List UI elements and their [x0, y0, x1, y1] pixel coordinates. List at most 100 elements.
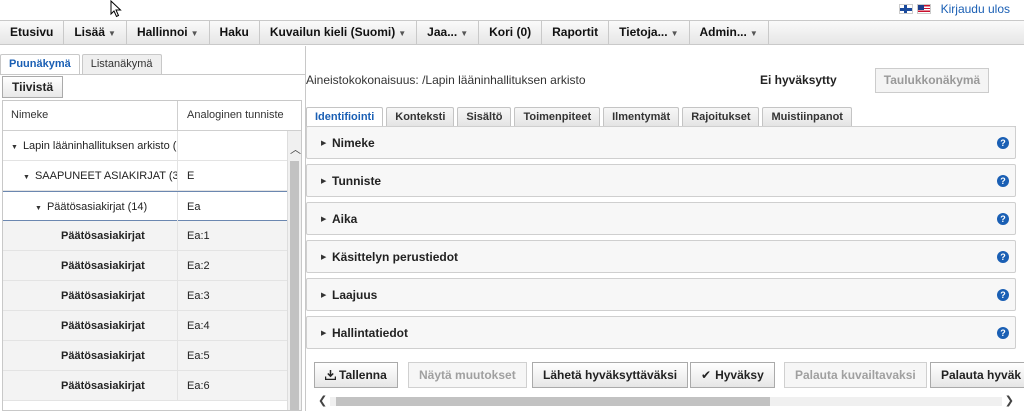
tab-muistiinpanot[interactable]: Muistiinpanot	[762, 107, 852, 126]
menu-item-kuvailun-kieli[interactable]: Kuvailun kieli (Suomi) ▼	[260, 21, 418, 44]
chevron-up-icon[interactable]: ︿	[290, 141, 301, 157]
tree-vertical-scrollbar[interactable]: ︿	[287, 131, 301, 410]
tree-row-title: Lapin lääninhallituksen arkisto (1)	[22, 140, 178, 152]
column-header-analog-id[interactable]: Analoginen tunniste	[178, 101, 288, 131]
save-button[interactable]: Tallenna	[314, 362, 398, 388]
column-header-title[interactable]: Nimeke	[3, 101, 178, 131]
send-for-approval-button[interactable]: Lähetä hyväksyttäväksi	[532, 362, 689, 388]
section-laajuus[interactable]: ▶ Laajuus ?	[306, 278, 1016, 311]
table-view-button[interactable]: Taulukkonäkymä	[875, 68, 989, 93]
help-icon[interactable]: ?	[997, 289, 1009, 301]
chevron-down-icon: ▼	[460, 29, 469, 38]
tree-row-id: Ea:5	[187, 350, 210, 362]
scrollbar-thumb[interactable]	[336, 397, 770, 406]
tree-row[interactable]: Päätösasiakirjat Ea:6	[3, 371, 301, 401]
show-changes-button[interactable]: Näytä muutokset	[408, 362, 527, 388]
menu-item-haku[interactable]: Haku	[210, 21, 260, 44]
approve-button[interactable]: ✔ Hyväksy	[690, 362, 775, 388]
expanded-triangle-icon[interactable]: ▼	[23, 163, 30, 191]
section-aika[interactable]: ▶ Aika ?	[306, 202, 1016, 235]
section-title: Nimeke	[332, 136, 375, 150]
tree-row[interactable]: Päätösasiakirjat Ea:5	[3, 341, 301, 371]
chevron-left-icon[interactable]: ❮	[318, 394, 327, 407]
help-icon[interactable]: ?	[997, 175, 1009, 187]
tree-row[interactable]: ▼ Päätösasiakirjat (14) Ea	[3, 191, 301, 222]
record-path: Aineistokokonaisuus: /Lapin lääninhallit…	[306, 73, 586, 87]
checkmark-icon: ✔	[701, 368, 712, 382]
horizontal-scrollbar[interactable]: ❮ ❯	[316, 394, 1016, 408]
finnish-flag-icon[interactable]	[898, 4, 913, 14]
menu-item-kori[interactable]: Kori (0)	[479, 21, 543, 44]
tab-sisalto[interactable]: Sisältö	[457, 107, 512, 126]
view-tabs: Puunäkymä Listanäkymä	[0, 54, 162, 75]
tree-row-title: Päätösasiakirjat (14)	[46, 201, 148, 213]
collapse-button[interactable]: Tiivistä	[2, 76, 64, 98]
collapsed-triangle-icon: ▶	[321, 216, 327, 223]
tab-tree-view[interactable]: Puunäkymä	[0, 54, 80, 75]
tree-row[interactable]: Päätösasiakirjat Ea:2	[3, 251, 301, 281]
collapsed-triangle-icon: ▶	[321, 254, 327, 261]
help-icon[interactable]: ?	[997, 137, 1009, 149]
menu-item-lisaa[interactable]: Lisää ▼	[64, 21, 127, 44]
expanded-triangle-icon[interactable]: ▼	[11, 133, 18, 161]
collapsed-triangle-icon: ▶	[321, 140, 327, 147]
section-nimeke[interactable]: ▶ Nimeke ?	[306, 126, 1016, 159]
tab-divider	[0, 74, 305, 75]
tab-ilmentymat[interactable]: Ilmentymät	[603, 107, 680, 126]
tab-identifiointi[interactable]: Identifiointi	[306, 107, 384, 126]
action-bar: Tallenna Näytä muutokset Lähetä hyväksyt…	[306, 362, 1024, 388]
tab-rajoitukset[interactable]: Rajoitukset	[682, 107, 760, 126]
section-title: Hallintatiedot	[332, 326, 409, 340]
approval-status: Ei hyväksytty	[760, 73, 837, 87]
section-hallintatiedot[interactable]: ▶ Hallintatiedot ?	[306, 316, 1016, 349]
tree-row[interactable]: ▼ SAAPUNEET ASIAKIRJAT (3) E	[3, 161, 301, 191]
tab-konteksti[interactable]: Konteksti	[386, 107, 455, 126]
tree-grid: Nimeke Analoginen tunniste ▼ Lapin läänin…	[2, 100, 302, 411]
logout-link[interactable]: Kirjaudu ulos	[941, 2, 1010, 16]
section-title: Tunniste	[332, 174, 382, 188]
tab-list-view[interactable]: Listanäkymä	[81, 54, 162, 74]
tree-row-id: Ea:6	[187, 380, 210, 392]
menu-item-etusivu[interactable]: Etusivu	[0, 21, 65, 44]
scrollbar-thumb[interactable]	[290, 161, 299, 410]
mouse-cursor-icon	[110, 0, 122, 18]
detail-panel: Aineistokokonaisuus: /Lapin lääninhallit…	[306, 46, 1024, 411]
expanded-triangle-icon[interactable]: ▼	[35, 194, 42, 222]
tree-row-id: Ea:4	[187, 320, 210, 332]
tree-row-title: SAAPUNEET ASIAKIRJAT (3)	[34, 170, 178, 182]
menu-item-admin[interactable]: Admin... ▼	[690, 21, 769, 44]
tree-panel: Puunäkymä Listanäkymä Tiivistä Nimeke An…	[0, 46, 305, 411]
tree-row-title: Päätösasiakirjat	[3, 371, 178, 401]
section-tunniste[interactable]: ▶ Tunniste ?	[306, 164, 1016, 197]
section-title: Laajuus	[332, 288, 378, 302]
menu-item-tietoja[interactable]: Tietoja... ▼	[609, 21, 690, 44]
tree-row-title: Päätösasiakirjat	[3, 311, 178, 341]
chevron-right-icon[interactable]: ❯	[1005, 394, 1014, 407]
collapsed-triangle-icon: ▶	[321, 330, 327, 337]
chevron-down-icon: ▼	[108, 29, 116, 38]
menu-item-raportit[interactable]: Raportit	[542, 21, 610, 44]
tree-row[interactable]: Päätösasiakirjat Ea:3	[3, 281, 301, 311]
tab-toimenpiteet[interactable]: Toimenpiteet	[514, 107, 601, 126]
tree-row[interactable]: Päätösasiakirjat Ea:1	[3, 221, 301, 251]
tree-row-id: Ea:3	[187, 290, 210, 302]
tree-row-title: Päätösasiakirjat	[3, 341, 178, 371]
english-flag-icon[interactable]	[916, 4, 931, 14]
tree-row-title: Päätösasiakirjat	[3, 281, 178, 311]
return-to-approver-button[interactable]: Palauta hyväk	[930, 362, 1024, 388]
save-icon	[324, 370, 337, 381]
tree-row[interactable]: ▼ Lapin lääninhallituksen arkisto (1)	[3, 131, 301, 161]
menu-item-jaa[interactable]: Jaa... ▼	[417, 21, 480, 44]
tree-row-id: Ea:1	[187, 230, 210, 242]
help-icon[interactable]: ?	[997, 213, 1009, 225]
return-to-describer-button[interactable]: Palauta kuvailtavaksi	[784, 362, 927, 388]
tree-row[interactable]: Päätösasiakirjat Ea:4	[3, 311, 301, 341]
language-switcher: Kirjaudu ulos	[898, 2, 1010, 16]
help-icon[interactable]: ?	[997, 327, 1009, 339]
help-icon[interactable]: ?	[997, 251, 1009, 263]
tree-header: Nimeke Analoginen tunniste	[3, 101, 301, 131]
section-kasittelyn-perustiedot[interactable]: ▶ Käsittelyn perustiedot ?	[306, 240, 1016, 273]
section-title: Aika	[332, 212, 358, 226]
menu-item-hallinnoi[interactable]: Hallinnoi ▼	[127, 21, 210, 44]
collapsed-triangle-icon: ▶	[321, 178, 327, 185]
